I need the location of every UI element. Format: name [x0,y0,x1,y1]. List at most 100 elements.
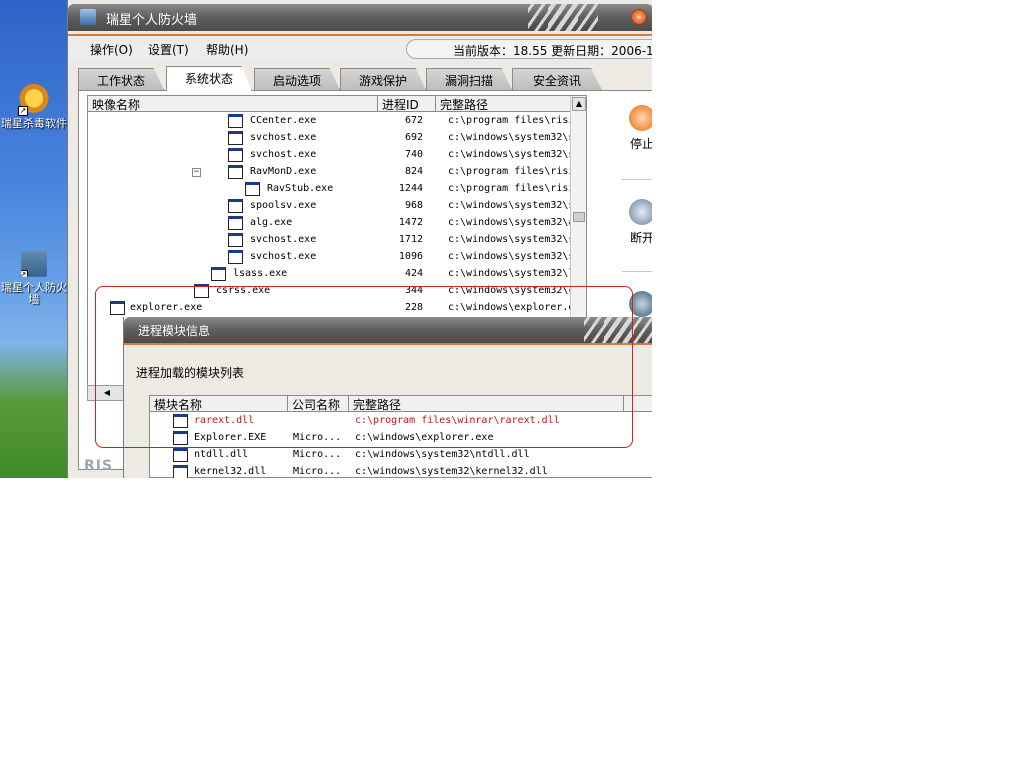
desktop: ↗ 瑞星杀毒软件 ↗ 瑞星个人防火墙 [0,0,68,478]
process-path: c:\program files\risin [448,115,580,126]
process-id: 228 [404,302,423,313]
shortcut-arrow-icon: ↗ [18,106,28,116]
module-info-dialog: 进程模块信息 进程加载的模块列表 模块名称 公司名称 完整路径 rarext.d… [123,317,652,478]
process-name: RavMonD.exe [250,166,317,177]
desktop-icon-antivirus[interactable]: ↗ 瑞星杀毒软件 [0,84,68,130]
disconnect-button[interactable]: 断开 [622,199,652,246]
dll-icon [173,448,188,462]
scroll-left-icon[interactable]: ◀ [87,385,127,401]
module-path: c:\windows\system32\kernel32.dll [355,466,548,477]
tab-system-status[interactable]: 系统状态 [166,66,252,91]
title-stripes [548,4,598,31]
exe-icon [245,182,260,196]
column-company[interactable]: 公司名称 [288,396,349,412]
process-id: 1712 [398,234,423,245]
module-company: Micro... [293,432,342,443]
process-name: svchost.exe [250,251,317,262]
column-module-name[interactable]: 模块名称 [150,396,288,412]
column-module-path[interactable]: 完整路径 [349,396,624,412]
version-info: 当前版本：18.55 更新日期：2006-1 [406,39,652,59]
tab-startup-options[interactable]: 启动选项 [254,68,340,90]
process-name: svchost.exe [250,132,317,143]
tab-vuln-scan[interactable]: 漏洞扫描 [426,68,512,90]
process-name: svchost.exe [250,234,317,245]
process-path: c:\windows\system32\sv [448,234,580,245]
process-path: c:\windows\system32\cs [448,285,580,296]
ccenter-icon [228,114,243,128]
process-id: 344 [404,285,423,296]
module-path: c:\windows\system32\ntdll.dll [355,449,530,460]
process-row[interactable]: −explorer.exe228c:\windows\explorer.ex [88,300,580,317]
process-path: c:\program files\risin [448,166,580,177]
process-path: c:\windows\system32\sp [448,200,580,211]
process-row[interactable]: spoolsv.exe 968 c:\windows\system32\sp [88,198,580,215]
window-title: 瑞星个人防火墙 [106,13,198,28]
process-row[interactable]: − RavMonD.exe 824 c:\program files\risin [88,164,580,181]
exe-icon [228,250,243,264]
stop-button[interactable]: 停止 [622,105,652,152]
process-row[interactable]: svchost.exe 1096 c:\windows\system32\sv [88,249,580,266]
process-row[interactable]: alg.exe 1472 c:\windows\system32\al [88,215,580,232]
collapse-icon[interactable]: − [192,168,201,177]
process-row[interactable]: svchost.exe 740 c:\windows\system32\sv [88,147,580,164]
disconnect-label: 断开 [629,231,652,245]
desktop-icon-firewall[interactable]: ↗ 瑞星个人防火墙 [0,248,68,306]
module-list-label: 进程加载的模块列表 [136,366,245,380]
module-company: Micro... [293,466,342,477]
process-name: explorer.exe [130,302,203,313]
process-path: c:\windows\system32\sv [448,251,580,262]
dialog-title-bar[interactable]: 进程模块信息 [124,317,652,344]
column-pid[interactable]: 进程ID [378,96,436,112]
scroll-thumb[interactable] [573,212,585,222]
module-row[interactable]: rarext.dll c:\program files\winrar\rarext… [150,413,652,430]
dialog-accent-line [124,343,652,345]
module-company: Micro... [293,449,342,460]
menu-help[interactable]: 帮助(H) [206,41,248,58]
dll-icon [173,414,188,428]
module-row[interactable]: kernel32.dll Micro... c:\windows\system32\… [150,464,652,478]
process-id: 1096 [398,251,423,262]
module-list[interactable]: 模块名称 公司名称 完整路径 rarext.dll c:\program file… [149,395,652,478]
lion-icon: ↗ [18,84,50,116]
module-row[interactable]: Explorer.EXE Micro... c:\windows\explorer.… [150,430,652,447]
tab-work-status[interactable]: 工作状态 [78,68,164,90]
dll-icon [173,465,188,478]
process-row[interactable]: svchost.exe 692 c:\windows\system32\sv [88,130,580,147]
process-row[interactable]: csrss.exe 344 c:\windows\system32\cs [88,283,580,300]
network-web-icon [629,199,652,225]
module-name: ntdll.dll [194,449,249,460]
explorer-icon [173,431,188,445]
exe-icon [228,148,243,162]
process-row[interactable]: lsass.exe 424 c:\windows\system32\ls [88,266,580,283]
process-name: svchost.exe [250,149,317,160]
process-row[interactable]: RavStub.exe 1244 c:\program files\risin [88,181,580,198]
firewall-app-icon [80,9,96,25]
side-divider [622,179,652,180]
title-stripes [604,317,652,344]
module-name: rarext.dll [194,415,255,426]
module-name: kernel32.dll [194,466,267,477]
desktop-icon-label: 瑞星杀毒软件 [1,117,67,130]
process-name: lsass.exe [233,268,288,279]
tab-game-protect[interactable]: 游戏保护 [340,68,426,90]
minimize-button[interactable]: – [631,9,647,25]
column-image-name[interactable]: 映像名称 [88,96,378,112]
process-name: csrss.exe [216,285,271,296]
process-id: 424 [404,268,423,279]
menu-settings[interactable]: 设置(T) [148,41,189,58]
tab-security-news[interactable]: 安全资讯 [512,68,602,90]
process-id: 672 [404,115,423,126]
scroll-up-icon[interactable]: ▲ [572,97,586,111]
rising-logo: RIS [84,458,114,474]
process-id: 1472 [398,217,423,228]
menu-operate[interactable]: 操作(O) [90,41,133,58]
screenshot: ↗ 瑞星杀毒软件 ↗ 瑞星个人防火墙 瑞星个人防火墙 – 操作(O) 设置(T)… [0,0,652,478]
desktop-icon-label: 瑞星个人防火墙 [1,281,67,306]
process-row[interactable]: CCenter.exe 672 c:\program files\risin [88,113,580,130]
module-row[interactable]: ntdll.dll Micro... c:\windows\system32\ntd… [150,447,652,464]
process-row[interactable]: svchost.exe 1712 c:\windows\system32\sv [88,232,580,249]
column-full-path[interactable]: 完整路径 [436,96,572,112]
firewall-icon: ↗ [21,251,47,277]
title-bar[interactable]: 瑞星个人防火墙 – [68,4,652,31]
exe-icon [228,199,243,213]
